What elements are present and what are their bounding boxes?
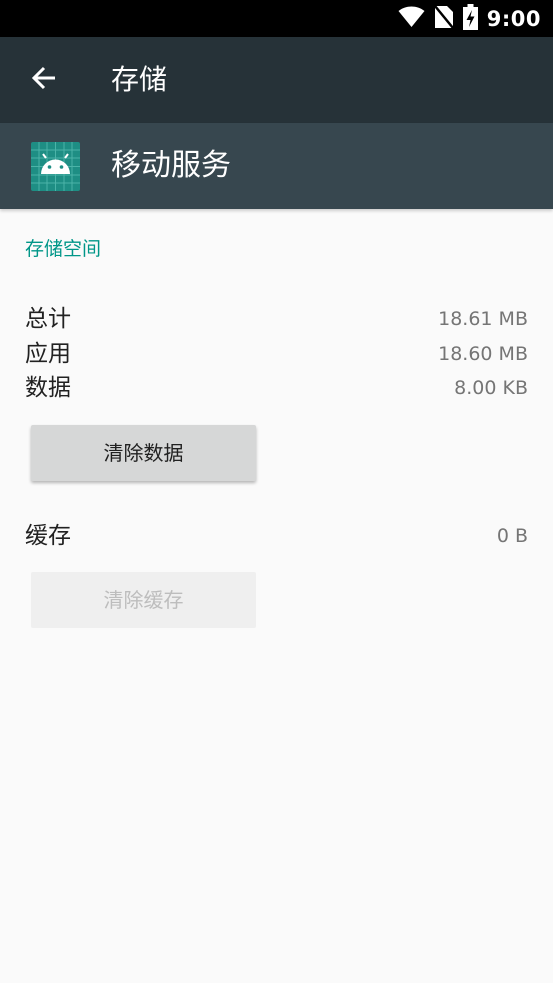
cache-value: 0 B bbox=[496, 525, 528, 547]
section-title-storage: 存储空间 bbox=[25, 238, 102, 260]
total-label: 总计 bbox=[25, 306, 71, 332]
android-icon bbox=[31, 142, 80, 191]
arrow-back-icon bbox=[31, 65, 57, 95]
cache-label: 缓存 bbox=[25, 523, 71, 549]
status-icons: 9:00 bbox=[398, 3, 541, 34]
clear-cache-button: 清除缓存 bbox=[31, 572, 256, 628]
app-header: 移动服务 bbox=[0, 123, 553, 209]
storage-row-total: 总计 18.61 MB bbox=[25, 302, 528, 336]
app-value: 18.60 MB bbox=[438, 343, 528, 365]
no-sim-icon bbox=[433, 4, 454, 33]
storage-row-cache: 缓存 0 B bbox=[25, 519, 528, 553]
page-title: 存储 bbox=[111, 63, 168, 96]
wifi-icon bbox=[398, 6, 425, 32]
toolbar: 存储 bbox=[0, 37, 553, 123]
status-bar: 9:00 bbox=[0, 0, 553, 37]
storage-row-data: 数据 8.00 KB bbox=[25, 371, 528, 405]
status-time: 9:00 bbox=[486, 6, 541, 31]
app-name: 移动服务 bbox=[111, 148, 231, 183]
data-value: 8.00 KB bbox=[454, 377, 528, 399]
battery-charging-icon bbox=[462, 3, 478, 34]
storage-row-app: 应用 18.60 MB bbox=[25, 337, 528, 371]
total-value: 18.61 MB bbox=[438, 308, 528, 330]
clear-data-button[interactable]: 清除数据 bbox=[31, 425, 256, 481]
data-label: 数据 bbox=[25, 375, 71, 401]
app-label: 应用 bbox=[25, 341, 71, 367]
back-button[interactable] bbox=[22, 58, 66, 102]
